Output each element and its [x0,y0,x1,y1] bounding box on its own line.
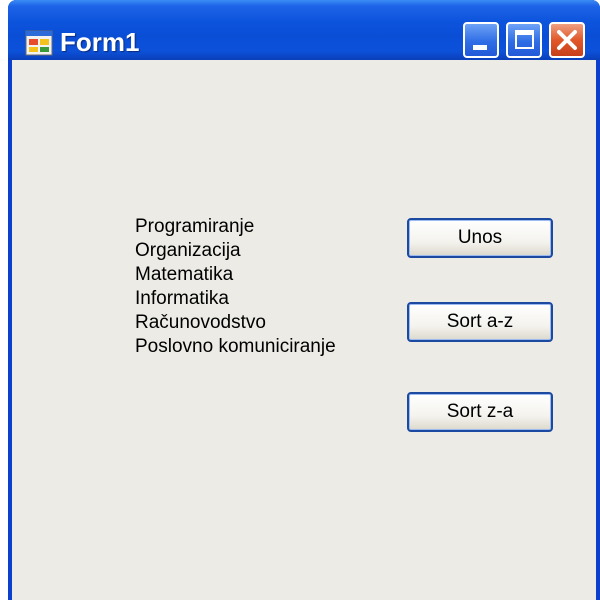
unos-button[interactable]: Unos [407,218,553,258]
form-client-area: Programiranje Organizacija Matematika In… [12,60,596,600]
list-item: Informatika [135,288,229,309]
maximize-button[interactable] [506,22,542,58]
form-app-icon[interactable] [25,30,53,56]
close-icon [551,24,583,56]
title-bar[interactable]: Form1 [8,0,600,60]
form-window: Form1 Programiranje Organizacija Matemat… [8,0,600,600]
list-item: Računovodstvo [135,312,266,333]
minimize-icon [473,45,487,50]
window-title: Form1 [60,27,140,57]
close-button[interactable] [549,22,585,58]
list-item: Matematika [135,264,234,285]
list-item: Organizacija [135,240,241,261]
sort-a-z-button[interactable]: Sort a-z [407,302,553,342]
minimize-button[interactable] [463,22,499,58]
sort-z-a-button[interactable]: Sort z-a [407,392,553,432]
subject-list: Programiranje Organizacija Matematika In… [135,215,336,359]
list-item: Poslovno komuniciranje [135,336,336,357]
maximize-icon [515,30,534,49]
list-item: Programiranje [135,216,255,237]
